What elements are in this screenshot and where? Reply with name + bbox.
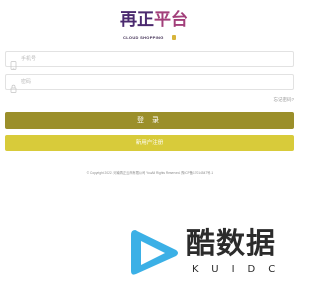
- lock-icon: [10, 78, 17, 93]
- watermark-play-icon: [129, 226, 181, 280]
- password-field[interactable]: 密码: [5, 74, 294, 93]
- password-placeholder: 密码: [21, 79, 32, 85]
- logo-chinese-part2: 平台: [154, 10, 188, 30]
- copyright-footer: © Copyright 2022. 河南再正云商有限公司 YouAll Righ…: [86, 171, 214, 175]
- watermark-chinese: 酷数据: [186, 226, 277, 260]
- phone-field[interactable]: 手机号: [5, 51, 294, 70]
- forgot-password-link[interactable]: 忘记密码?: [273, 97, 294, 103]
- watermark-english: KUIDC: [192, 264, 289, 275]
- logo-chinese-part1: 再正: [120, 10, 154, 30]
- logo-chinese: 再正平台: [120, 10, 188, 30]
- brand-logo: 再正平台 CLOUD SHOPPING: [120, 10, 188, 46]
- login-button[interactable]: 登 录: [5, 112, 294, 129]
- register-button[interactable]: 新用户注册: [5, 135, 294, 151]
- logo-accent: [172, 35, 176, 40]
- phone-icon: [10, 55, 17, 70]
- login-page: 再正平台 CLOUD SHOPPING 手机号 密码 忘记密码? 登 录 新用户…: [0, 0, 300, 300]
- phone-placeholder: 手机号: [21, 56, 37, 62]
- logo-english: CLOUD SHOPPING: [123, 35, 164, 40]
